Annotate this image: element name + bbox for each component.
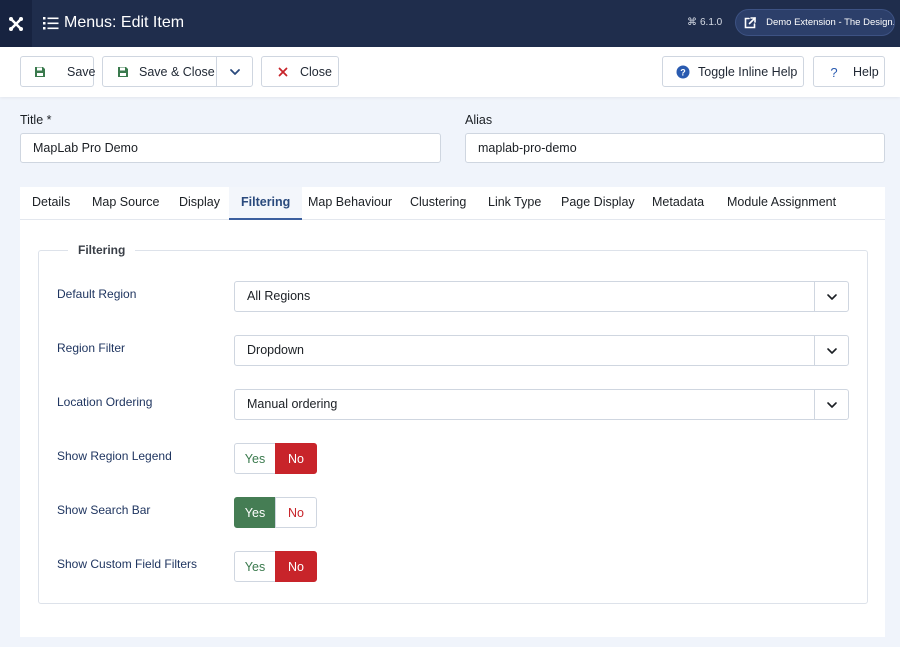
version-label: ⌘ 6.1.0: [687, 16, 722, 30]
app-header: Menus: Edit Item ⌘ 6.1.0 Demo Extension -…: [0, 0, 900, 47]
yes-option[interactable]: Yes: [234, 551, 276, 582]
tab-metadata[interactable]: Metadata: [640, 187, 716, 220]
help-button[interactable]: ? Help: [813, 56, 885, 87]
save-button-label: Save: [67, 64, 96, 79]
show-custom-field-filters-label: Show Custom Field Filters: [57, 557, 198, 571]
tab-map-behaviour[interactable]: Map Behaviour: [296, 187, 404, 220]
svg-text:?: ?: [830, 65, 837, 79]
chevron-down-icon: [814, 390, 848, 419]
show-region-legend-toggle: Yes No: [234, 443, 318, 474]
toolbar: Save Save & Close Close ? Toggle Inline …: [0, 47, 900, 97]
save-close-button-label: Save & Close: [139, 64, 215, 79]
show-search-bar-toggle: Yes No: [234, 497, 318, 528]
save-icon: [34, 65, 46, 79]
tab-page-display[interactable]: Page Display: [549, 187, 647, 220]
no-option[interactable]: No: [275, 443, 317, 474]
show-search-bar-label: Show Search Bar: [57, 503, 151, 517]
fieldset-legend: Filtering: [68, 243, 136, 257]
save-options-dropdown-button[interactable]: [216, 56, 253, 87]
toggle-inline-help-label: Toggle Inline Help: [698, 64, 798, 79]
no-option[interactable]: No: [275, 497, 317, 528]
alias-input[interactable]: maplab-pro-demo: [465, 133, 885, 163]
chevron-down-icon: [814, 336, 848, 365]
joomla-logo-icon[interactable]: [0, 0, 32, 47]
show-custom-field-filters-toggle: Yes No: [234, 551, 318, 582]
question-icon: ?: [827, 65, 841, 79]
site-name: Demo Extension - The Design...: [766, 17, 894, 28]
yes-option[interactable]: Yes: [234, 497, 276, 528]
title-label: Title *: [20, 113, 52, 127]
version-number: 6.1.0: [700, 17, 723, 28]
tab-clustering[interactable]: Clustering: [398, 187, 478, 220]
tab-display[interactable]: Display: [167, 187, 232, 220]
default-region-select[interactable]: All Regions: [234, 281, 849, 312]
close-icon: [276, 65, 290, 79]
command-icon: ⌘: [687, 17, 697, 28]
chevron-down-icon: [228, 65, 242, 79]
tab-map-source[interactable]: Map Source: [80, 187, 171, 220]
location-ordering-value: Manual ordering: [247, 397, 338, 411]
list-menu-icon: [43, 15, 59, 31]
save-button[interactable]: Save: [20, 56, 96, 87]
svg-text:?: ?: [680, 67, 686, 77]
no-option[interactable]: No: [275, 551, 317, 582]
tab-bar: Details Map Source Display Filtering Map…: [20, 187, 885, 220]
show-region-legend-label: Show Region Legend: [57, 449, 172, 463]
tab-filtering[interactable]: Filtering: [229, 187, 303, 220]
default-region-value: All Regions: [247, 289, 311, 303]
tab-details[interactable]: Details: [20, 187, 82, 220]
alias-label: Alias: [465, 113, 493, 127]
save-close-button[interactable]: Save & Close: [102, 56, 217, 87]
default-region-label: Default Region: [57, 287, 137, 301]
chevron-down-icon: [814, 282, 848, 311]
tab-module-assignment[interactable]: Module Assignment: [715, 187, 848, 220]
external-link-icon: [741, 14, 758, 32]
question-circle-icon: ?: [676, 65, 690, 79]
toggle-inline-help-button[interactable]: ? Toggle Inline Help: [662, 56, 804, 87]
yes-option[interactable]: Yes: [234, 443, 276, 474]
region-filter-select[interactable]: Dropdown: [234, 335, 849, 366]
region-filter-value: Dropdown: [247, 343, 304, 357]
help-button-label: Help: [853, 64, 879, 79]
page-title: Menus: Edit Item: [64, 14, 185, 31]
title-input[interactable]: MapLab Pro Demo: [20, 133, 441, 163]
view-site-button[interactable]: Demo Extension - The Design...: [735, 9, 895, 36]
close-button[interactable]: Close: [261, 56, 339, 87]
tab-link-type[interactable]: Link Type: [476, 187, 553, 220]
save-icon: [116, 65, 130, 79]
close-button-label: Close: [300, 64, 332, 79]
location-ordering-label: Location Ordering: [57, 395, 153, 409]
location-ordering-select[interactable]: Manual ordering: [234, 389, 849, 420]
region-filter-label: Region Filter: [57, 341, 126, 355]
